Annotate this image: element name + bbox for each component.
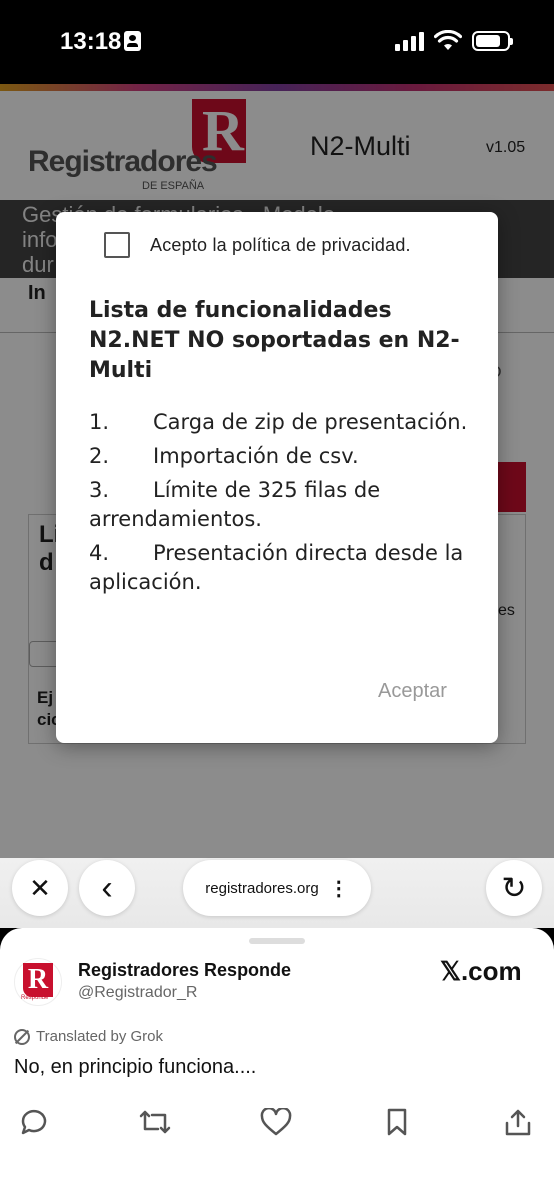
tweet-sheet: R Responde Registradores Responde @Regis… — [0, 928, 554, 1200]
feature-number: 3. — [89, 478, 110, 502]
translated-label: Translated by Grok — [36, 1028, 163, 1045]
author-handle[interactable]: @Registrador_R — [78, 984, 197, 1002]
reply-icon — [21, 1109, 47, 1135]
feature-text: Carga de zip de presentación. — [153, 410, 468, 434]
url-text: registradores.org — [205, 879, 319, 897]
feature-number: 4. — [89, 541, 110, 565]
status-indicators — [395, 30, 513, 51]
wifi-icon — [434, 30, 462, 50]
retweet-icon — [139, 1110, 171, 1134]
url-bar[interactable]: registradores.org ⋮ — [183, 860, 371, 916]
feature-number: 1. — [89, 410, 110, 434]
share-icon — [505, 1109, 531, 1136]
reload-button[interactable]: ↻ — [486, 860, 542, 916]
tweet-text: No, en principio funciona.... — [14, 1056, 257, 1078]
list-item: 4. Presentación directa desde la aplicaci… — [89, 539, 469, 597]
retweet-button[interactable] — [135, 1102, 175, 1142]
close-icon: ✕ — [29, 872, 51, 903]
cellular-signal-icon — [395, 31, 424, 51]
bookmark-icon — [387, 1108, 407, 1136]
modal-title: Lista de funcionalidades N2.NET NO sopor… — [89, 298, 460, 383]
privacy-checkbox-row[interactable]: Acepto la política de privacidad. — [104, 232, 411, 258]
share-button[interactable] — [498, 1102, 538, 1142]
bookmark-button[interactable] — [377, 1102, 417, 1142]
heart-icon — [260, 1108, 292, 1136]
feature-list: 1. Carga de zip de presentación. 2. Import… — [89, 408, 469, 602]
avatar-subtext: Responde — [21, 995, 49, 1001]
status-time: 13:18 — [60, 28, 122, 55]
accept-button[interactable]: Aceptar — [378, 680, 447, 703]
grok-icon — [14, 1028, 30, 1045]
translation-note: Translated by Grok — [14, 1028, 163, 1045]
avatar[interactable]: R Responde — [14, 958, 62, 1006]
privacy-checkbox[interactable] — [104, 232, 130, 258]
list-item: 1. Carga de zip de presentación. — [89, 408, 469, 437]
list-item: 3. Límite de 325 filas de arrendamientos. — [89, 476, 469, 534]
close-browser-button[interactable]: ✕ — [12, 860, 68, 916]
list-item: 2. Importación de csv. — [89, 442, 469, 471]
browser-toolbar: ✕ ‹ registradores.org ⋮ ↻ — [0, 858, 554, 928]
chevron-left-icon: ‹ — [101, 868, 113, 907]
feature-text: Importación de csv. — [153, 444, 359, 468]
tweet-actions — [0, 1102, 554, 1142]
sheet-grabber[interactable] — [249, 938, 305, 944]
like-button[interactable] — [256, 1102, 296, 1142]
reply-button[interactable] — [14, 1102, 54, 1142]
id-card-icon — [124, 31, 141, 51]
feature-number: 2. — [89, 444, 110, 468]
status-bar: 13:18 — [0, 0, 554, 84]
back-button[interactable]: ‹ — [79, 860, 135, 916]
author-name[interactable]: Registradores Responde — [78, 960, 291, 981]
battery-icon — [472, 31, 513, 51]
more-options-icon[interactable]: ⋮ — [329, 876, 349, 901]
x-com-logo[interactable]: 𝕏.com — [440, 956, 522, 987]
privacy-label[interactable]: Acepto la política de privacidad. — [150, 235, 411, 256]
privacy-modal: Acepto la política de privacidad. Lista … — [56, 212, 498, 743]
reload-icon: ↻ — [501, 871, 527, 905]
avatar-logo-icon: R — [23, 963, 53, 997]
